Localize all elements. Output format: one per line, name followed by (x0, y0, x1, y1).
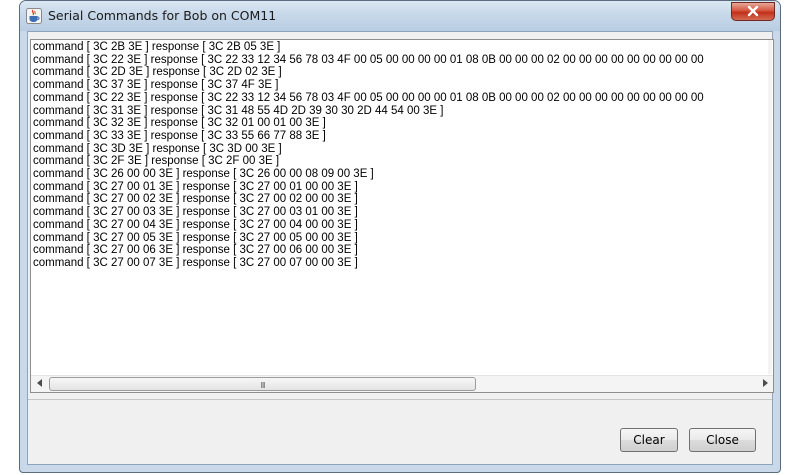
log-line: command [ 3C 31 3E ] response [ 3C 31 48… (33, 104, 444, 117)
close-button[interactable]: Close (689, 428, 756, 452)
log-line: command [ 3C 27 00 02 3E ] response [ 3C… (33, 193, 358, 206)
command-log-textarea[interactable]: command [ 3C 2B 3E ] response [ 3C 2B 05… (30, 39, 774, 393)
scroll-right-button[interactable] (756, 376, 773, 392)
log-line: command [ 3C 2F 3E ] response [ 3C 2F 00… (33, 155, 280, 168)
scroll-left-button[interactable] (31, 376, 48, 392)
dialog-content: command [ 3C 2B 3E ] response [ 3C 2B 05… (27, 31, 774, 465)
log-line: command [ 3C 37 3E ] response [ 3C 37 4F… (33, 79, 279, 92)
log-line: command [ 3C 27 00 06 3E ] response [ 3C… (33, 244, 358, 257)
log-line: command [ 3C 27 00 05 3E ] response [ 3C… (33, 231, 358, 244)
log-line: command [ 3C 27 00 04 3E ] response [ 3C… (33, 218, 358, 231)
log-lines: command [ 3C 2B 3E ] response [ 3C 2B 05… (33, 41, 773, 374)
chevron-right-icon (762, 378, 768, 390)
clear-button[interactable]: Clear (620, 428, 678, 452)
scroll-grip: III (260, 381, 265, 390)
serial-commands-window: Serial Commands for Bob on COM11 command… (19, 0, 781, 473)
log-line: command [ 3C 26 00 00 3E ] response [ 3C… (33, 168, 374, 181)
separator (28, 399, 772, 400)
log-line: command [ 3C 2D 3E ] response [ 3C 2D 02… (33, 66, 282, 79)
log-line: command [ 3C 22 3E ] response [ 3C 22 33… (33, 53, 704, 66)
close-x-icon (746, 2, 760, 21)
log-line: command [ 3C 27 00 03 3E ] response [ 3C… (33, 206, 358, 219)
window-close-button[interactable] (731, 2, 775, 21)
chevron-left-icon (36, 378, 43, 390)
log-line: command [ 3C 33 3E ] response [ 3C 33 55… (33, 129, 326, 142)
horizontal-scrollbar[interactable]: III (31, 375, 773, 392)
log-line: command [ 3C 27 00 01 3E ] response [ 3C… (33, 180, 358, 193)
java-cup-icon (26, 8, 42, 24)
window-title: Serial Commands for Bob on COM11 (48, 8, 277, 23)
log-line: command [ 3C 32 3E ] response [ 3C 32 01… (33, 117, 326, 130)
log-line: command [ 3C 22 3E ] response [ 3C 22 33… (33, 91, 704, 104)
log-line: command [ 3C 27 00 07 3E ] response [ 3C… (33, 256, 358, 269)
vertical-scroll-track[interactable] (768, 40, 772, 374)
log-line: command [ 3C 2B 3E ] response [ 3C 2B 05… (33, 41, 281, 53)
title-bar[interactable]: Serial Commands for Bob on COM11 (20, 1, 780, 31)
log-line: command [ 3C 3D 3E ] response [ 3C 3D 00… (33, 142, 282, 155)
horizontal-scroll-thumb[interactable]: III (49, 377, 476, 391)
